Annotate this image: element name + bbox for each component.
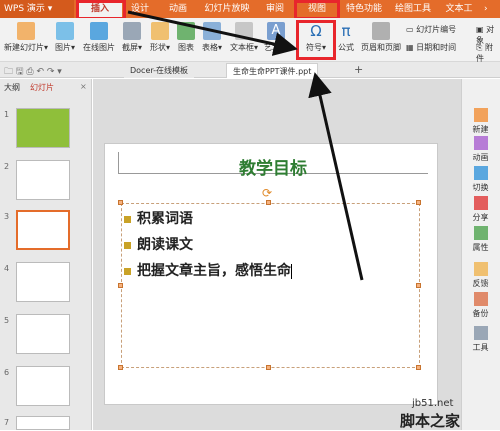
watermark-url: jb51.net	[412, 398, 454, 409]
annotation-arrows	[127, 10, 364, 281]
watermark-name: 脚本之家	[400, 412, 461, 430]
arrow-insert-to-view	[127, 10, 298, 56]
arrow-to-symbol	[308, 72, 364, 281]
